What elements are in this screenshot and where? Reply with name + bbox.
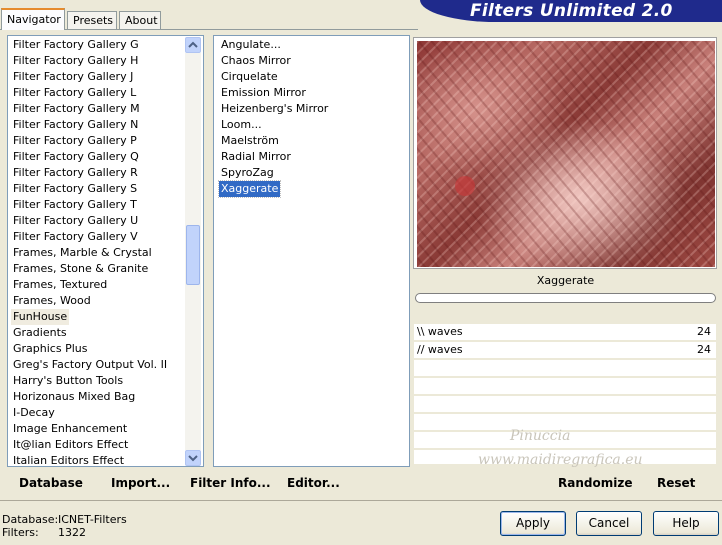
parameter-row[interactable]: // waves 24 bbox=[414, 342, 716, 360]
category-item[interactable]: Harry's Button Tools bbox=[11, 373, 125, 389]
parameter-name: // waves bbox=[417, 343, 463, 356]
apply-button[interactable]: Apply bbox=[500, 511, 566, 536]
editor-link[interactable]: Editor... bbox=[287, 476, 340, 490]
chevron-up-icon bbox=[188, 41, 198, 48]
category-item[interactable]: FunHouse bbox=[11, 309, 70, 325]
filter-item[interactable]: Maelström bbox=[219, 133, 281, 149]
parameter-value: 24 bbox=[697, 325, 711, 338]
category-item[interactable]: Filter Factory Gallery U bbox=[11, 213, 140, 229]
category-item[interactable]: Horizonaus Mixed Bag bbox=[11, 389, 137, 405]
filter-item[interactable]: Radial Mirror bbox=[219, 149, 293, 165]
parameter-row bbox=[414, 360, 716, 378]
category-item[interactable]: Filter Factory Gallery J bbox=[11, 69, 135, 85]
category-item[interactable]: Frames, Marble & Crystal bbox=[11, 245, 154, 261]
category-item[interactable]: Filter Factory Gallery Q bbox=[11, 149, 141, 165]
filter-item[interactable]: Angulate... bbox=[219, 37, 283, 53]
scroll-up-button[interactable] bbox=[185, 37, 201, 53]
parameter-row bbox=[414, 396, 716, 414]
category-item[interactable]: Filter Factory Gallery S bbox=[11, 181, 139, 197]
category-item[interactable]: Gradients bbox=[11, 325, 69, 341]
filter-item[interactable]: Heizenberg's Mirror bbox=[219, 101, 330, 117]
parameter-row[interactable]: \\ waves 24 bbox=[414, 324, 716, 342]
database-label: Database: bbox=[2, 513, 59, 526]
tab-presets[interactable]: Presets bbox=[67, 11, 117, 29]
category-item[interactable]: Filter Factory Gallery T bbox=[11, 197, 139, 213]
filters-count-label: Filters: bbox=[2, 526, 39, 539]
import-link[interactable]: Import... bbox=[111, 476, 170, 490]
banner-title: Filters Unlimited 2.0 bbox=[470, 1, 673, 21]
category-item[interactable]: Frames, Wood bbox=[11, 293, 93, 309]
progress-bar bbox=[415, 293, 716, 303]
category-item[interactable]: It@lian Editors Effect bbox=[11, 437, 130, 453]
category-item[interactable]: Frames, Textured bbox=[11, 277, 109, 293]
category-item[interactable]: Filter Factory Gallery R bbox=[11, 165, 140, 181]
filter-item[interactable]: Chaos Mirror bbox=[219, 53, 293, 69]
category-item[interactable]: Filter Factory Gallery G bbox=[11, 37, 141, 53]
category-item[interactable]: Graphics Plus bbox=[11, 341, 89, 357]
cancel-button[interactable]: Cancel bbox=[576, 511, 642, 536]
divider bbox=[0, 500, 722, 501]
database-value: ICNET-Filters bbox=[58, 513, 127, 526]
database-link[interactable]: Database bbox=[19, 476, 83, 490]
filter-info-link[interactable]: Filter Info... bbox=[190, 476, 271, 490]
category-item[interactable]: Filter Factory Gallery L bbox=[11, 85, 138, 101]
filter-name-label: Xaggerate bbox=[536, 274, 595, 287]
category-item[interactable]: Filter Factory Gallery P bbox=[11, 133, 139, 149]
category-item[interactable]: Greg's Factory Output Vol. II bbox=[11, 357, 169, 373]
preview-image bbox=[417, 41, 715, 267]
category-item[interactable]: Filter Factory Gallery V bbox=[11, 229, 140, 245]
reset-link[interactable]: Reset bbox=[657, 476, 695, 490]
tab-navigator[interactable]: Navigator bbox=[1, 8, 65, 30]
category-item[interactable]: Filter Factory Gallery M bbox=[11, 101, 142, 117]
category-item[interactable]: Frames, Stone & Granite bbox=[11, 261, 150, 277]
category-item[interactable]: Filter Factory Gallery H bbox=[11, 53, 140, 69]
category-item[interactable]: Image Enhancement bbox=[11, 421, 129, 437]
parameter-row bbox=[414, 378, 716, 396]
filters-count-value: 1322 bbox=[58, 526, 86, 539]
watermark-url: www.maidiregrafica.eu bbox=[478, 452, 643, 468]
filter-item[interactable]: Loom... bbox=[219, 117, 264, 133]
category-item[interactable]: Filter Factory Gallery N bbox=[11, 117, 140, 133]
category-item[interactable]: I-Decay bbox=[11, 405, 57, 421]
category-item[interactable]: Italian Editors Effect bbox=[11, 453, 126, 466]
chevron-down-icon bbox=[188, 455, 198, 462]
filter-item[interactable]: SpyroZag bbox=[219, 165, 276, 181]
scroll-down-button[interactable] bbox=[185, 450, 201, 466]
scroll-thumb[interactable] bbox=[186, 225, 200, 285]
filter-item[interactable]: Emission Mirror bbox=[219, 85, 308, 101]
parameter-value: 24 bbox=[697, 343, 711, 356]
category-list[interactable]: Filter Factory Gallery G Filter Factory G… bbox=[7, 35, 204, 467]
filter-item[interactable]: Xaggerate bbox=[217, 180, 282, 198]
parameter-name: \\ waves bbox=[417, 325, 463, 338]
filter-list[interactable]: Angulate... Chaos Mirror Cirquelate Emissio… bbox=[213, 35, 410, 467]
help-button[interactable]: Help bbox=[653, 511, 719, 536]
randomize-link[interactable]: Randomize bbox=[558, 476, 632, 490]
tab-about[interactable]: About bbox=[119, 11, 161, 29]
watermark-name: Pinuccia bbox=[510, 428, 571, 444]
filter-item[interactable]: Cirquelate bbox=[219, 69, 280, 85]
